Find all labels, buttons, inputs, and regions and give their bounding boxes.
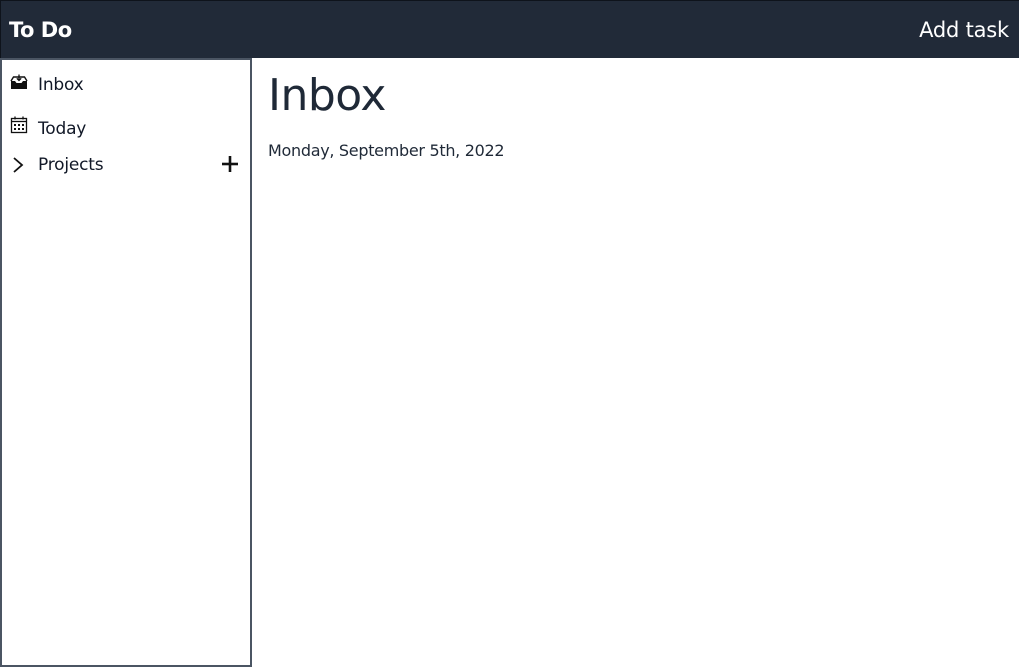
page-title: Inbox — [268, 70, 386, 121]
sidebar-item-label: Today — [38, 119, 87, 139]
sidebar-item-label: Inbox — [38, 75, 84, 95]
chevron-right-icon[interactable] — [11, 156, 25, 174]
add-task-button[interactable]: Add task — [919, 18, 1009, 42]
add-project-plus-icon[interactable] — [220, 154, 240, 174]
calendar-icon — [10, 116, 28, 134]
sidebar-item-today[interactable]: Today — [2, 116, 248, 142]
top-header: To Do Add task — [0, 0, 1019, 58]
todo-app: To Do Add task Inbox Today Projects Inbo… — [0, 0, 1019, 671]
page-date: Monday, September 5th, 2022 — [268, 141, 505, 160]
inbox-icon — [10, 74, 28, 89]
sidebar-item-projects[interactable]: Projects — [2, 152, 248, 178]
sidebar-item-inbox[interactable]: Inbox — [2, 72, 248, 98]
app-title: To Do — [9, 17, 72, 42]
main-content: Inbox Monday, September 5th, 2022 — [252, 58, 1019, 671]
sidebar: Inbox Today Projects — [0, 58, 252, 667]
sidebar-item-label: Projects — [38, 155, 104, 175]
